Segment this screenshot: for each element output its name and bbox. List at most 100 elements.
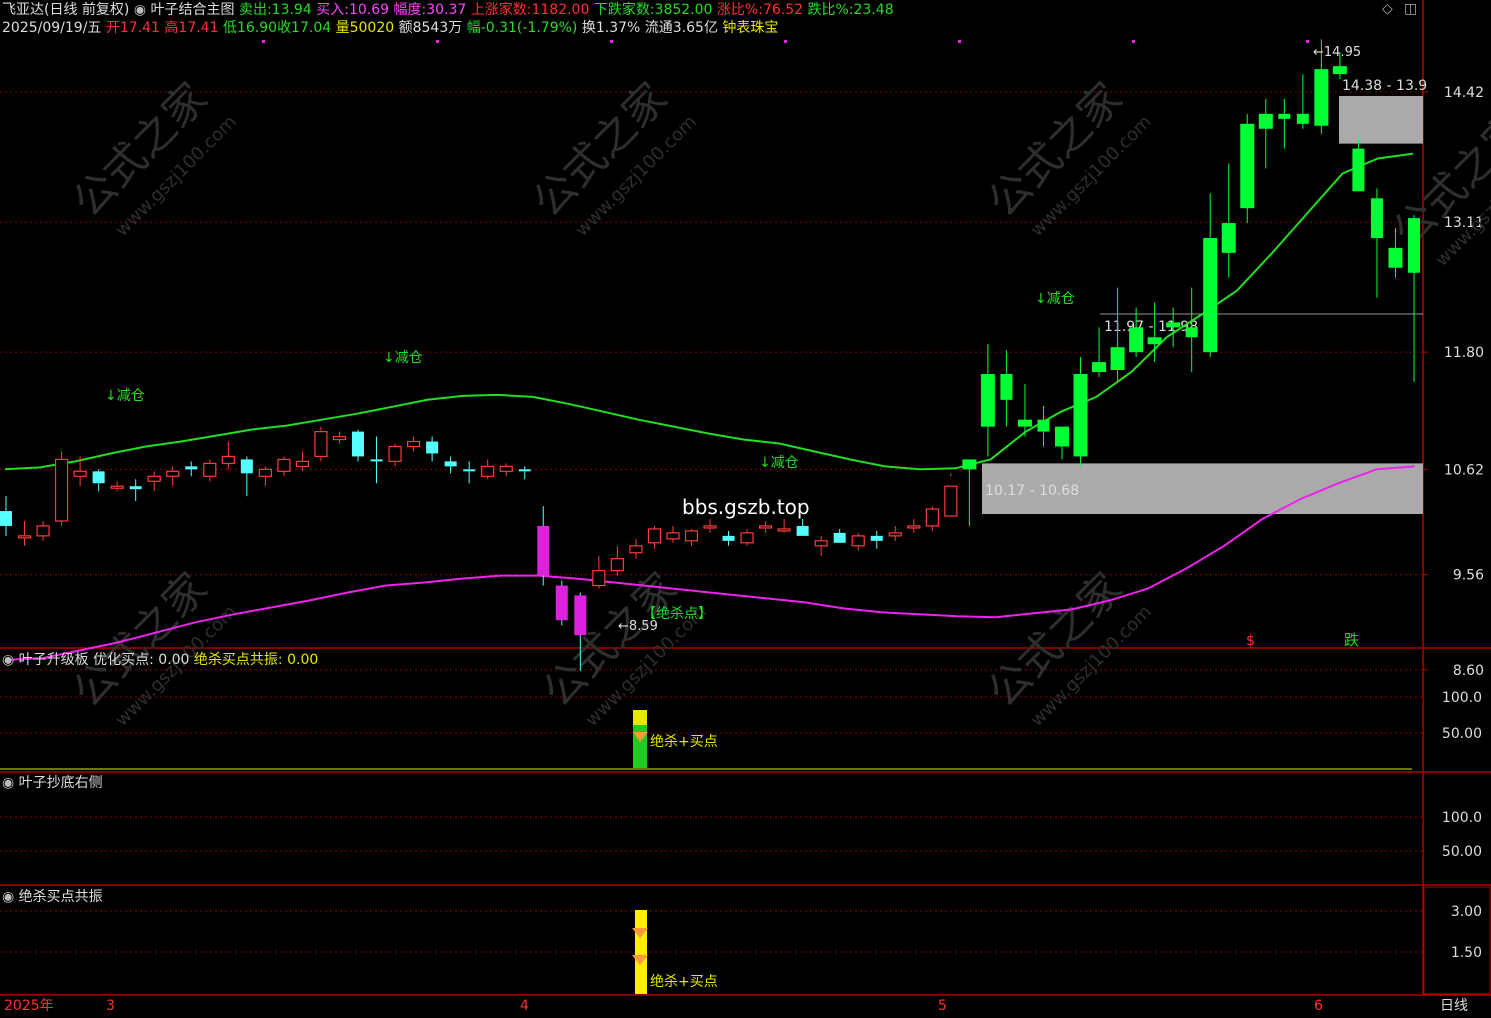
panel2-kill-buy-label: 绝杀+买点	[650, 734, 718, 750]
price-tick-label: 11.80	[1444, 345, 1484, 361]
candle-body	[17, 535, 32, 539]
footer-month-4: 4	[520, 998, 529, 1014]
candle-body	[258, 468, 272, 477]
panel2-collapse-icon[interactable]: ◉	[2, 652, 14, 668]
candle-body	[1017, 419, 1032, 427]
sell-label: 卖出:	[238, 2, 272, 18]
price-tick-label: 14.42	[1444, 85, 1484, 101]
candle-body	[518, 469, 531, 472]
signal-dot	[436, 40, 439, 43]
footer-month-5: 5	[938, 998, 947, 1014]
buy-value: 10.69	[348, 2, 390, 18]
panel2-opt: 优化买点: 0.00	[93, 652, 190, 668]
reduce-position-label: ↓减仓	[759, 455, 799, 471]
candle-body	[851, 535, 865, 547]
candle-body	[463, 469, 476, 472]
candle-body	[1388, 247, 1403, 268]
panel3-tick-label: 100.0	[1442, 810, 1482, 826]
candle-body	[332, 435, 347, 441]
panel4-title-row: ◉ 绝杀买点共振	[2, 889, 103, 905]
zone-label-high: 14.38 - 13.9	[1342, 78, 1427, 94]
panel2-title[interactable]: 叶子升级板	[19, 652, 89, 668]
candle-body	[944, 485, 958, 517]
candle-body	[185, 466, 198, 470]
candle-body	[1037, 419, 1050, 432]
chart-stage: 14.42 13.11 11.80 10.62 9.56 8.60 100.0 50.00 10…	[0, 0, 1491, 1018]
amplitude-value: 30.37	[426, 2, 467, 18]
buy-label: 买入:	[316, 2, 349, 18]
candle-body	[0, 511, 12, 526]
low-price: 低16.90	[222, 20, 278, 36]
down-ratio-label: 跌比%:	[807, 2, 854, 18]
candle-body	[629, 545, 643, 554]
footer-month-6: 6	[1314, 998, 1323, 1014]
down-count-label: 下跌家数:	[593, 2, 655, 18]
candle-body	[703, 525, 717, 529]
candle-body	[610, 558, 624, 572]
candle-body	[73, 470, 87, 477]
signal-dot	[262, 40, 265, 43]
candle-body	[1110, 347, 1125, 371]
candle-body	[166, 470, 180, 477]
candle-body	[833, 532, 846, 543]
panel4-title[interactable]: 绝杀买点共振	[19, 889, 103, 905]
candle-body	[352, 431, 364, 457]
sell-value: 13.94	[271, 2, 312, 18]
candle-body	[1147, 337, 1162, 345]
candle-body	[1092, 362, 1107, 373]
low-price-label: ←8.59	[618, 619, 658, 634]
candle-body	[962, 459, 977, 470]
panel4-collapse-icon[interactable]: ◉	[2, 889, 14, 905]
diamond-icon[interactable]: ◇	[1382, 1, 1393, 17]
signal-dot	[784, 40, 787, 43]
up-count-value: 1182.00	[531, 2, 590, 18]
date: 2025/09/19/五	[2, 20, 102, 36]
candle-body	[1258, 113, 1273, 129]
window-icon[interactable]: ◫	[1404, 1, 1417, 17]
up-ratio-label: 涨比%:	[716, 2, 763, 18]
volume: 量50020	[335, 20, 395, 36]
candle-body	[36, 525, 50, 537]
signal-dot	[1306, 40, 1309, 43]
down-ratio-value: 23.48	[853, 2, 894, 18]
candle-body	[1185, 327, 1198, 338]
sector[interactable]: 钟表珠宝	[722, 20, 778, 36]
panel3-collapse-icon[interactable]: ◉	[2, 775, 14, 791]
indicator-name[interactable]: 叶子结合主图	[151, 2, 235, 18]
candle-body	[1073, 374, 1088, 457]
stock-name[interactable]: 飞亚达(日线 前复权)	[2, 2, 129, 18]
candle-body	[1352, 148, 1365, 192]
signal-dot	[958, 40, 961, 43]
high-price-label: ←14.95	[1313, 45, 1361, 60]
reduce-position-label: ↓减仓	[105, 388, 145, 404]
candle-body	[1221, 223, 1236, 253]
candle-body	[1055, 426, 1069, 447]
candle-body	[499, 465, 513, 472]
candle-body	[1129, 327, 1144, 353]
header-row-2: 2025/09/19/五 开17.41 高17.41 低16.90收17.04 …	[2, 20, 778, 36]
candle-body	[295, 460, 310, 467]
candle-body	[907, 525, 921, 529]
candle-body	[740, 532, 754, 544]
float-shares: 流通3.65亿	[644, 20, 718, 36]
candle-body	[980, 374, 995, 427]
candle-body	[666, 532, 680, 540]
panel3-title[interactable]: 叶子抄底右侧	[19, 775, 103, 791]
candle-body	[888, 532, 902, 537]
reduce-position-label: ↓减仓	[383, 350, 423, 366]
collapse-icon[interactable]: ◉	[134, 2, 146, 18]
panel3-title-row: ◉ 叶子抄底右侧	[2, 775, 103, 791]
panel4-tick-label: 3.00	[1451, 904, 1482, 920]
candle-body	[110, 485, 124, 489]
period-tab[interactable]: 日线	[1440, 998, 1468, 1014]
candle-body	[1370, 198, 1383, 238]
close-price: 收17.04	[277, 20, 332, 36]
green-trend-line	[4, 152, 1414, 471]
price-tick-label: 8.60	[1453, 663, 1484, 679]
dollar-mark: $	[1246, 633, 1255, 649]
candle-body	[1314, 69, 1329, 126]
stock-chart-svg: 14.4213.1111.8010.629.568.60100.050.0010…	[0, 0, 1491, 996]
candle-body	[444, 461, 457, 467]
panel2-tick-label: 50.00	[1442, 726, 1482, 742]
footer-year: 2025年	[4, 998, 54, 1014]
